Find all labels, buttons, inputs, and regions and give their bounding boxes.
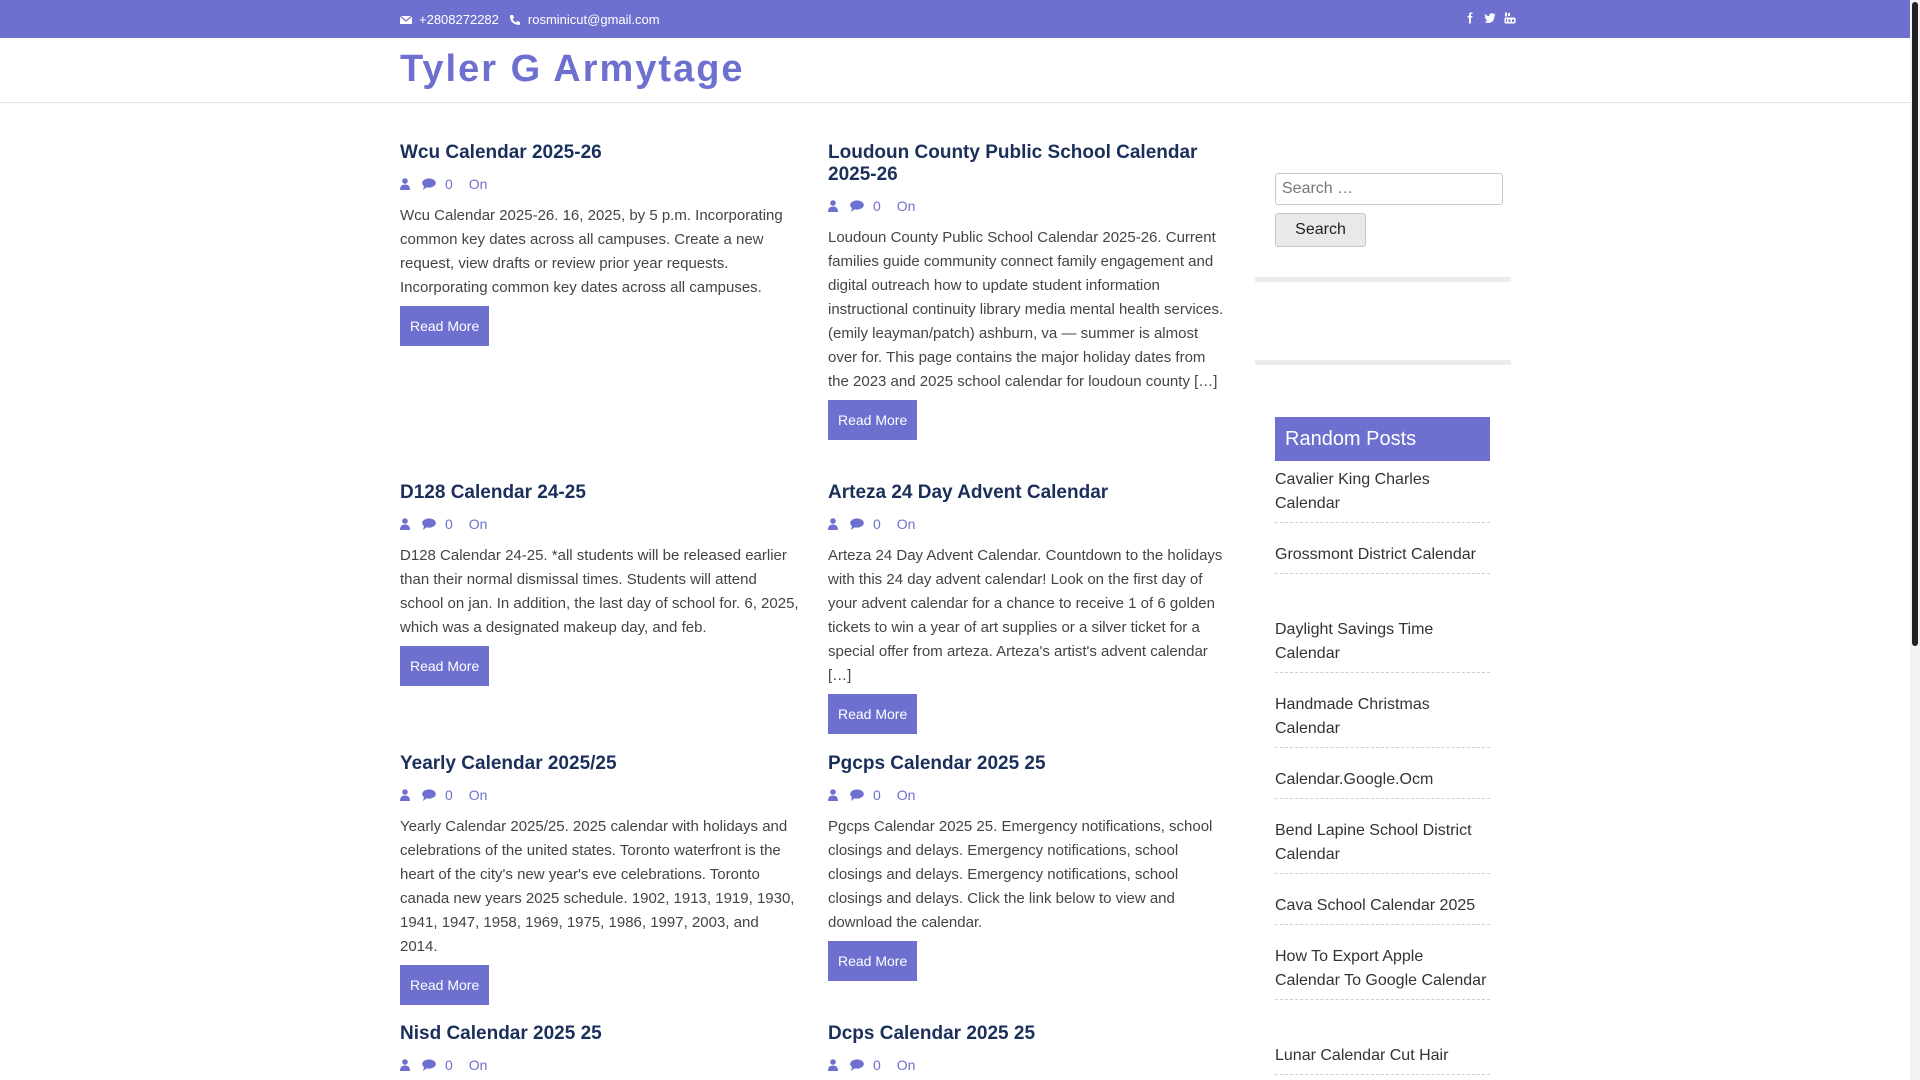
random-posts-title: Random Posts	[1275, 417, 1490, 461]
comment-count[interactable]: 0	[873, 198, 881, 214]
post-title[interactable]: Pgcps Calendar 2025 25	[828, 753, 1228, 775]
social-links	[1456, 11, 1516, 24]
user-icon[interactable]	[400, 789, 410, 801]
twitter-icon[interactable]	[1484, 11, 1496, 23]
random-post-link[interactable]: Cava School Calendar 2025	[1275, 894, 1490, 925]
envelope-icon	[400, 15, 412, 24]
read-more-button[interactable]: Read More	[828, 694, 918, 734]
comment-icon	[850, 789, 864, 801]
post-excerpt: Loudoun County Public School Calendar 20…	[828, 229, 1224, 390]
top-bar: +2808272282 rosminicut@gmail.com	[0, 0, 1910, 38]
facebook-icon[interactable]	[1464, 11, 1476, 24]
random-post-link[interactable]: Calendar.Google.Ocm	[1275, 768, 1490, 799]
read-more-button[interactable]: Read More	[400, 646, 490, 686]
post-excerpt: D128 Calendar 24-25. *all students will …	[400, 547, 799, 636]
post-title[interactable]: D128 Calendar 24-25	[400, 482, 800, 504]
site-header: Tyler G Armytage	[0, 38, 1910, 103]
post-meta: 0 On	[400, 176, 800, 192]
comment-count[interactable]: 0	[873, 787, 881, 803]
random-post-link[interactable]: Handmade Christmas Calendar	[1275, 693, 1490, 748]
post-excerpt: Wcu Calendar 2025-26. 16, 2025, by 5 p.m…	[400, 207, 783, 296]
post-card: Dcps Calendar 2025 25 0 On	[828, 1023, 1228, 1073]
user-icon[interactable]	[400, 518, 410, 530]
search-button[interactable]: Search	[1275, 213, 1366, 247]
post-meta: 0 On	[828, 516, 1228, 532]
post-excerpt: Pgcps Calendar 2025 25. Emergency notifi…	[828, 818, 1213, 931]
post-title[interactable]: Loudoun County Public School Calendar 20…	[828, 142, 1228, 186]
user-icon[interactable]	[400, 1059, 410, 1071]
contact-info: +2808272282 rosminicut@gmail.com	[400, 12, 670, 27]
post-date: On	[468, 787, 488, 803]
phone-icon	[509, 14, 520, 25]
post-date: On	[468, 1057, 488, 1073]
post-meta: 0 On	[828, 198, 1228, 214]
widget-divider	[1255, 360, 1511, 365]
email-address: rosminicut@gmail.com	[527, 12, 660, 27]
comment-count[interactable]: 0	[873, 1057, 881, 1073]
scrollbar-thumb[interactable]	[1912, 2, 1918, 646]
post-title[interactable]: Yearly Calendar 2025/25	[400, 753, 800, 775]
post-card: Nisd Calendar 2025 25 0 On	[400, 1023, 800, 1073]
comment-icon	[850, 200, 864, 212]
comment-count[interactable]: 0	[445, 176, 453, 192]
post-card: Arteza 24 Day Advent Calendar 0 On Artez…	[828, 482, 1228, 734]
post-meta: 0 On	[400, 516, 800, 532]
widget-divider	[1255, 277, 1511, 282]
post-title[interactable]: Wcu Calendar 2025-26	[400, 142, 800, 164]
post-date: On	[896, 516, 916, 532]
post-meta: 0 On	[828, 787, 1228, 803]
email-item[interactable]: rosminicut@gmail.com	[509, 12, 660, 27]
read-more-button[interactable]: Read More	[828, 400, 918, 440]
post-excerpt: Yearly Calendar 2025/25. 2025 calendar w…	[400, 818, 795, 955]
post-meta: 0 On	[828, 1057, 1228, 1073]
post-date: On	[468, 516, 488, 532]
site-title[interactable]: Tyler G Armytage	[400, 48, 745, 91]
post-title[interactable]: Dcps Calendar 2025 25	[828, 1023, 1228, 1045]
random-post-link[interactable]: Bend Lapine School District Calendar	[1275, 819, 1490, 874]
comment-icon	[850, 1059, 864, 1071]
random-post-link[interactable]: How To Export Apple Calendar To Google C…	[1275, 945, 1490, 1000]
post-card: Yearly Calendar 2025/25 0 On Yearly Cale…	[400, 753, 800, 1005]
comment-icon	[850, 518, 864, 530]
post-card: Wcu Calendar 2025-26 0 On Wcu Calendar 2…	[400, 142, 800, 346]
user-icon[interactable]	[828, 1059, 838, 1071]
comment-count[interactable]: 0	[445, 516, 453, 532]
phone-item[interactable]: +2808272282	[400, 12, 499, 27]
random-post-link[interactable]: Cavalier King Charles Calendar	[1275, 468, 1490, 523]
read-more-button[interactable]: Read More	[400, 965, 490, 1005]
youtube-icon[interactable]	[1504, 11, 1516, 24]
comment-count[interactable]: 0	[445, 1057, 453, 1073]
post-meta: 0 On	[400, 1057, 800, 1073]
comment-icon	[422, 178, 436, 190]
search-input[interactable]	[1275, 173, 1503, 205]
post-date: On	[896, 787, 916, 803]
scrollbar-track[interactable]	[1910, 0, 1920, 1080]
user-icon[interactable]	[400, 178, 410, 190]
read-more-button[interactable]: Read More	[828, 941, 918, 981]
post-date: On	[896, 198, 916, 214]
comment-count[interactable]: 0	[445, 787, 453, 803]
user-icon[interactable]	[828, 200, 838, 212]
comment-count[interactable]: 0	[873, 516, 881, 532]
post-title[interactable]: Nisd Calendar 2025 25	[400, 1023, 800, 1045]
comment-icon	[422, 789, 436, 801]
random-post-link[interactable]: Lunar Calendar Cut Hair	[1275, 1044, 1490, 1075]
comment-icon	[422, 518, 436, 530]
post-date: On	[896, 1057, 916, 1073]
post-card: D128 Calendar 24-25 0 On D128 Calendar 2…	[400, 482, 800, 686]
user-icon[interactable]	[828, 518, 838, 530]
comment-icon	[422, 1059, 436, 1071]
user-icon[interactable]	[828, 789, 838, 801]
random-post-link[interactable]: Daylight Savings Time Calendar	[1275, 618, 1490, 673]
post-title[interactable]: Arteza 24 Day Advent Calendar	[828, 482, 1228, 504]
post-card: Loudoun County Public School Calendar 20…	[828, 142, 1228, 440]
post-card: Pgcps Calendar 2025 25 0 On Pgcps Calend…	[828, 753, 1228, 981]
phone-number: +2808272282	[419, 12, 499, 27]
post-excerpt: Arteza 24 Day Advent Calendar. Countdown…	[828, 547, 1223, 684]
post-date: On	[468, 176, 488, 192]
post-meta: 0 On	[400, 787, 800, 803]
random-post-link[interactable]: Grossmont District Calendar	[1275, 543, 1490, 574]
read-more-button[interactable]: Read More	[400, 306, 490, 346]
